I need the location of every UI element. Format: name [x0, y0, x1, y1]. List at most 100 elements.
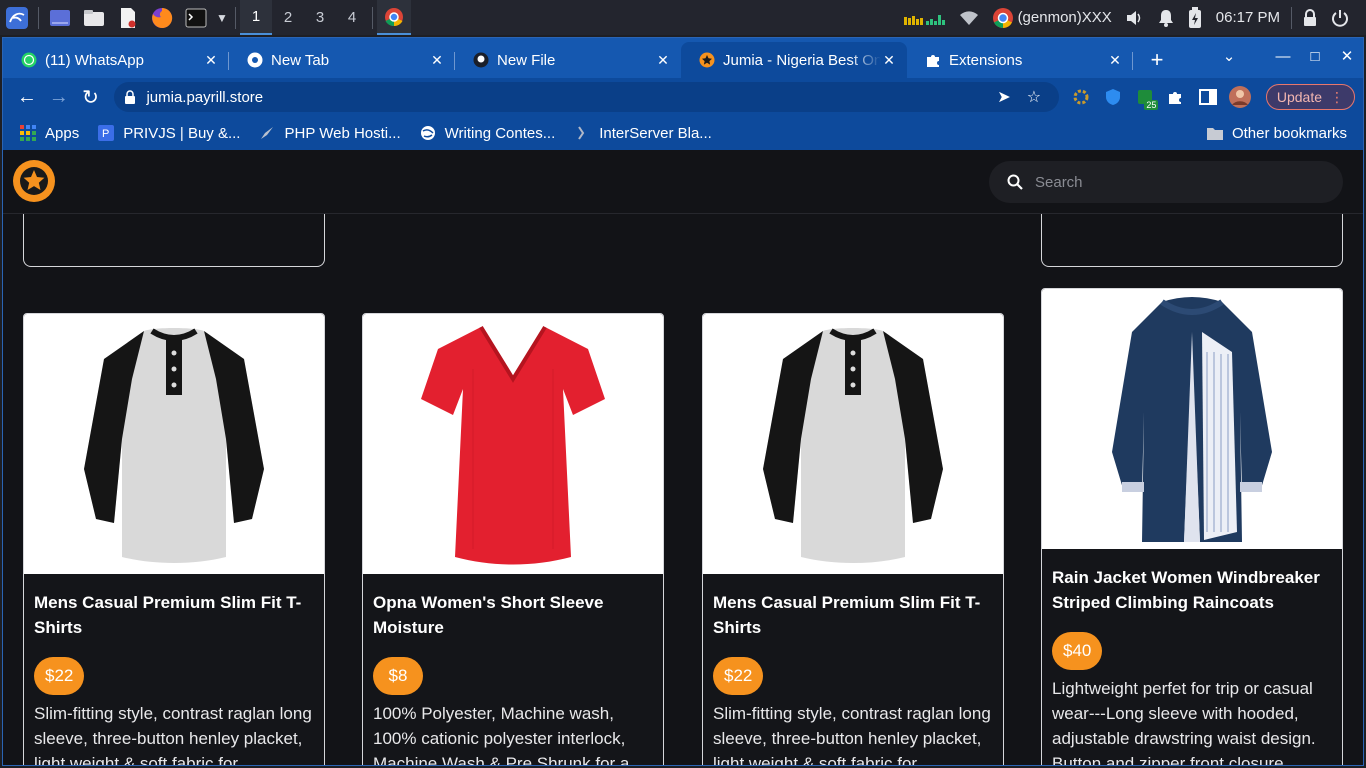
product-card-partial[interactable]: [1041, 210, 1343, 267]
maximize-button[interactable]: □: [1299, 38, 1331, 74]
product-image[interactable]: [703, 314, 1003, 574]
bookmark-star-icon[interactable]: ☆: [1019, 82, 1049, 112]
workspace-1[interactable]: 1: [240, 0, 272, 35]
send-icon[interactable]: ➤: [989, 82, 1019, 112]
folder-icon: [1206, 124, 1224, 142]
workspace-3[interactable]: 3: [304, 0, 336, 35]
site-logo[interactable]: [13, 160, 55, 202]
tab-new-tab[interactable]: New Tab ✕: [229, 42, 455, 78]
product-image[interactable]: [1042, 289, 1342, 549]
volume-icon[interactable]: [1119, 0, 1151, 35]
rain-jacket-image: [1112, 296, 1272, 542]
close-icon[interactable]: ✕: [429, 52, 445, 68]
workspace-2[interactable]: 2: [272, 0, 304, 35]
other-bookmarks[interactable]: Other bookmarks: [1206, 124, 1347, 142]
bookmark-writing-contest[interactable]: Writing Contes...: [419, 124, 555, 142]
back-button[interactable]: ←: [11, 81, 43, 113]
address-bar[interactable]: jumia.payrill.store ➤ ☆: [114, 82, 1059, 112]
os-taskbar: ▼ 1 2 3 4 (genmon)XXX 06:17 PM: [0, 0, 1366, 35]
file-manager-icon[interactable]: [77, 0, 111, 35]
bookmark-interserver[interactable]: InterServer Bla...: [573, 124, 712, 142]
product-name[interactable]: Mens Casual Premium Slim Fit T-Shirts: [713, 590, 993, 640]
clock[interactable]: 06:17 PM: [1209, 0, 1287, 35]
search-box[interactable]: [989, 161, 1343, 203]
puzzle-icon: [927, 55, 939, 67]
search-input[interactable]: [1035, 173, 1315, 191]
close-window-button[interactable]: ✕: [1331, 38, 1363, 74]
site-header: [3, 150, 1363, 214]
terminal-icon[interactable]: [179, 0, 213, 35]
tab-jumia[interactable]: Jumia - Nigeria Best Online ✕: [681, 42, 907, 78]
workspace-4[interactable]: 4: [336, 0, 368, 35]
svg-text:P: P: [102, 128, 109, 140]
whatsapp-icon: [21, 52, 37, 68]
product-card[interactable]: Mens Casual Premium Slim Fit T-Shirts $2…: [702, 313, 1004, 765]
lock-icon: [125, 90, 136, 104]
product-image[interactable]: [24, 314, 324, 574]
product-name[interactable]: Rain Jacket Women Windbreaker Striped Cl…: [1052, 565, 1332, 615]
product-name[interactable]: Opna Women's Short Sleeve Moisture: [373, 590, 653, 640]
badge-extension-icon[interactable]: 25: [1129, 81, 1161, 113]
extension-gear-icon[interactable]: [1065, 81, 1097, 113]
rocket-favicon: [258, 124, 276, 142]
lock-icon[interactable]: [1296, 0, 1324, 35]
product-description: 100% Polyester, Machine wash, 100% catio…: [373, 704, 630, 765]
star-favicon: [699, 52, 715, 68]
product-image[interactable]: [363, 314, 663, 574]
bookmark-label: PRIVJS | Buy &...: [123, 124, 241, 142]
search-icon: [1007, 174, 1023, 190]
genmon-widget[interactable]: (genmon)XXX: [985, 0, 1119, 35]
bookmark-label: PHP Web Hosti...: [284, 124, 401, 142]
product-name[interactable]: Mens Casual Premium Slim Fit T-Shirts: [34, 590, 314, 640]
profile-avatar[interactable]: [1224, 81, 1256, 113]
forward-button[interactable]: →: [43, 81, 75, 113]
close-icon[interactable]: ✕: [881, 52, 897, 68]
reload-button[interactable]: ↻: [75, 81, 107, 113]
product-card[interactable]: Opna Women's Short Sleeve Moisture $8 10…: [362, 313, 664, 765]
firefox-icon[interactable]: [145, 0, 179, 35]
tab-strip: (11) WhatsApp ✕ New Tab ✕ New File ✕ Jum…: [3, 38, 1363, 78]
bookmark-php-hosting[interactable]: PHP Web Hosti...: [258, 124, 401, 142]
close-icon[interactable]: ✕: [203, 52, 219, 68]
battery-charging-icon[interactable]: [1181, 0, 1209, 35]
shield-extension-icon[interactable]: [1097, 81, 1129, 113]
kebab-menu-icon: ⋮: [1330, 88, 1344, 105]
bookmark-label: InterServer Bla...: [599, 124, 712, 142]
update-button[interactable]: Update ⋮: [1265, 84, 1355, 110]
bookmark-apps[interactable]: Apps: [19, 124, 79, 142]
tab-title: New Tab: [271, 51, 330, 69]
new-tab-button[interactable]: +: [1139, 42, 1175, 78]
star-icon: [20, 167, 48, 195]
chevron-down-icon[interactable]: ▼: [213, 0, 231, 35]
extensions-puzzle-icon[interactable]: [1160, 81, 1192, 113]
text-editor-icon[interactable]: [111, 0, 145, 35]
chrome-icon: [247, 52, 263, 68]
chrome-window-button[interactable]: [377, 0, 411, 35]
tab-new-file[interactable]: New File ✕: [455, 42, 681, 78]
interserver-favicon: [573, 124, 591, 142]
minimize-button[interactable]: —: [1267, 38, 1299, 74]
update-label: Update: [1276, 89, 1322, 105]
desktop-icon[interactable]: [43, 0, 77, 35]
close-icon[interactable]: ✕: [1107, 52, 1123, 68]
wifi-icon[interactable]: [953, 0, 985, 35]
bookmark-privjs[interactable]: P PRIVJS | Buy &...: [97, 124, 240, 142]
close-icon[interactable]: ✕: [655, 52, 671, 68]
product-card[interactable]: Mens Casual Premium Slim Fit T-Shirts $2…: [23, 313, 325, 765]
browser-window: (11) WhatsApp ✕ New Tab ✕ New File ✕ Jum…: [2, 37, 1364, 766]
tab-title: New File: [497, 51, 556, 69]
product-card[interactable]: Rain Jacket Women Windbreaker Striped Cl…: [1041, 288, 1343, 765]
chrome-icon: [385, 7, 403, 26]
chrome-icon: [992, 7, 1013, 28]
tab-whatsapp[interactable]: (11) WhatsApp ✕: [3, 42, 229, 78]
tab-search-chevron-icon[interactable]: ⌄: [1213, 38, 1245, 74]
side-panel-icon[interactable]: [1192, 81, 1224, 113]
product-card-partial[interactable]: [23, 210, 325, 267]
product-price: $22: [713, 657, 764, 695]
logout-icon[interactable]: [1324, 0, 1356, 35]
tab-extensions[interactable]: Extensions ✕: [907, 42, 1133, 78]
product-price: $22: [34, 657, 85, 695]
url-text[interactable]: jumia.payrill.store: [146, 89, 989, 106]
notification-bell-icon[interactable]: [1151, 0, 1181, 35]
kali-menu-icon[interactable]: [0, 0, 34, 35]
